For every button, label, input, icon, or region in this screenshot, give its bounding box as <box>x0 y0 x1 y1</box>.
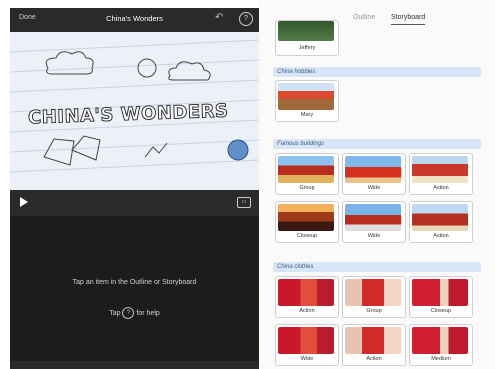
shot-thumbnail <box>278 156 334 183</box>
video-preview: CHINA'S WONDERS <box>10 32 259 190</box>
shot-card[interactable]: Medium <box>409 324 473 366</box>
tab-outline[interactable]: Outline <box>353 14 375 21</box>
storyboard-pane: Outline Storyboard Jeffery China hobbies… <box>259 0 495 369</box>
shot-label: Jeffery <box>298 45 316 51</box>
shot-thumbnail <box>345 204 401 231</box>
shot-label: Wide <box>300 356 314 362</box>
shot-label: Group <box>366 308 382 314</box>
shot-card[interactable]: Wide <box>275 324 339 366</box>
shot-thumbnail <box>412 156 468 183</box>
shot-label: Mary <box>300 112 314 118</box>
help-suffix: for help <box>136 309 160 317</box>
shot-thumbnail <box>278 21 334 41</box>
shot-card[interactable]: Wide <box>342 201 406 243</box>
tab-storyboard[interactable]: Storyboard <box>391 14 426 25</box>
shot-thumbnail <box>278 327 334 354</box>
shot-card[interactable]: Group <box>342 276 406 318</box>
shot-label: Medium <box>431 356 451 362</box>
shot-thumbnail <box>412 204 468 231</box>
undo-icon[interactable]: ↶ <box>215 12 227 26</box>
shot-card[interactable]: Action <box>409 153 473 195</box>
shot-thumbnail <box>278 204 334 231</box>
shot-thumbnail <box>412 279 468 306</box>
chairs-sketch <box>43 135 101 166</box>
shot-card[interactable]: Closeup <box>275 201 339 243</box>
bottom-strip <box>10 361 259 369</box>
shot-thumbnail <box>345 156 401 183</box>
shot-thumbnail <box>412 327 468 354</box>
shot-label: Action <box>433 185 449 191</box>
shot-label: Action <box>299 308 315 314</box>
fullscreen-icon[interactable]: ▭ <box>237 197 251 208</box>
playback-controls: ▭ <box>10 190 259 216</box>
shot-thumbnail <box>278 279 334 306</box>
top-bar: Done China's Wonders ↶ ? <box>10 8 259 32</box>
shot-label: Action <box>366 356 382 362</box>
shot-card[interactable]: Group <box>275 153 339 195</box>
shot-label: Action <box>433 233 449 239</box>
globe-icon <box>227 139 249 161</box>
play-icon[interactable] <box>20 197 28 207</box>
shot-thumbnail <box>345 327 401 354</box>
section-header[interactable]: China hobbies <box>273 67 481 77</box>
shot-card[interactable]: Mary <box>275 80 339 122</box>
project-editor-pane: Done China's Wonders ↶ ? CHINA'S WONDERS… <box>10 8 259 369</box>
help-icon[interactable]: ? <box>122 307 135 319</box>
shot-label: Wide <box>367 185 381 191</box>
tap-label: Tap <box>109 309 121 317</box>
section-header[interactable]: Famous buildings <box>273 139 481 149</box>
sun-icon <box>137 58 157 78</box>
help-button[interactable]: ? <box>239 12 253 26</box>
shot-card[interactable]: Closeup <box>409 276 473 318</box>
cloud-left <box>45 51 94 75</box>
shot-label: Closeup <box>296 233 318 239</box>
inspector-empty-state: Tap an item in the Outline or Storyboard… <box>10 216 259 369</box>
shot-thumbnail <box>278 83 334 110</box>
shot-label: Wide <box>367 233 381 239</box>
shot-card[interactable]: Action <box>275 276 339 318</box>
section-header[interactable]: China clothes <box>273 262 481 272</box>
shot-thumbnail <box>345 279 401 306</box>
help-hint: Tap ? for help <box>10 307 259 319</box>
shot-card[interactable]: Jeffery <box>275 20 339 56</box>
shot-label: Group <box>299 185 315 191</box>
shot-card[interactable]: Action <box>342 324 406 366</box>
empty-hint: Tap an item in the Outline or Storyboard <box>72 279 197 286</box>
shot-card[interactable]: Wide <box>342 153 406 195</box>
shot-label: Closeup <box>430 308 452 314</box>
shot-card[interactable]: Action <box>409 201 473 243</box>
